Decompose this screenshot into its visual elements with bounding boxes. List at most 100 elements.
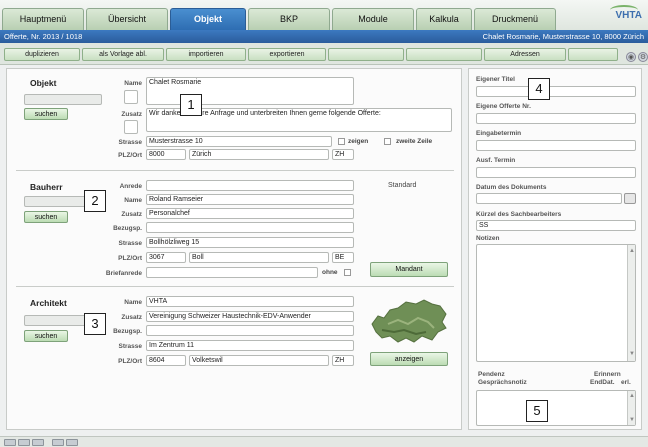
bauherr-name-label: Name	[124, 197, 142, 204]
tab-objekt[interactable]: Objekt	[170, 8, 246, 30]
kuerzel-field[interactable]: SS	[476, 220, 636, 231]
zeigen-checkbox[interactable]	[338, 138, 345, 145]
switzerland-map-image	[371, 299, 447, 343]
architekt-kanton-field[interactable]: ZH	[332, 355, 354, 366]
layout-alt-icon[interactable]	[66, 439, 78, 446]
architekt-strasse-field[interactable]: Im Zentrum 11	[146, 340, 354, 351]
adressen-button[interactable]: Adressen	[484, 48, 566, 61]
architekt-title: Architekt	[30, 298, 67, 308]
bauherr-strasse-field[interactable]: Bollhölzliweg 15	[146, 237, 354, 248]
objekt-title: Objekt	[30, 78, 57, 88]
eigener-titel-field[interactable]	[476, 86, 636, 97]
objekt-zusatz-option-box[interactable]	[124, 120, 138, 134]
architekt-zusatz-label: Zusatz	[121, 314, 142, 321]
exportieren-button[interactable]: exportieren	[248, 48, 326, 61]
calendar-icon[interactable]	[624, 193, 636, 204]
ohne-checkbox[interactable]	[344, 269, 351, 276]
record-end-icon[interactable]	[32, 439, 44, 446]
divider-objekt	[16, 170, 454, 171]
tab-hauptmenue[interactable]: Hauptmenü	[2, 8, 84, 30]
objekt-ort-field[interactable]: Zürich	[189, 149, 329, 160]
bauherr-kanton-field[interactable]: BE	[332, 252, 354, 263]
importieren-button[interactable]: importieren	[166, 48, 246, 61]
record-back-icon[interactable]	[4, 439, 16, 446]
standard-label: Standard	[388, 182, 417, 189]
bauherr-briefanrede-field[interactable]	[146, 267, 318, 278]
architekt-name-field[interactable]: VHTA	[146, 296, 354, 307]
record-forward-icon[interactable]	[18, 439, 30, 446]
datum-dokument-field[interactable]	[476, 193, 622, 204]
eigene-offerte-nr-field[interactable]	[476, 113, 636, 124]
duplizieren-button[interactable]: duplizieren	[4, 48, 80, 61]
als-vorlage-button[interactable]: als Vorlage abl.	[82, 48, 164, 61]
tab-kalkula[interactable]: Kalkula	[416, 8, 472, 30]
pendenz-scroll-up-icon[interactable]: ▲	[628, 392, 636, 400]
tab-module[interactable]: Module	[332, 8, 414, 30]
objekt-zusatz-label: Zusatz	[121, 111, 142, 118]
bauherr-name-field[interactable]: Roland Ramseier	[146, 194, 354, 205]
enddat-label: EndDat.	[590, 379, 615, 386]
zweite-zeile-label: zweite Zeile	[396, 138, 433, 145]
empty-action-button-3[interactable]	[568, 48, 618, 61]
notizen-textarea[interactable]	[476, 244, 636, 362]
action-bar: duplizieren als Vorlage abl. importieren…	[0, 43, 648, 65]
kuerzel-label: Kürzel des Sachbearbeiters	[476, 211, 562, 218]
bauherr-bezugsp-label: Bezugsp.	[113, 225, 142, 232]
architekt-bezugsp-field[interactable]	[146, 325, 354, 336]
objekt-name-label: Name	[124, 80, 142, 87]
pendenz-scrollbar[interactable]: ▲ ▼	[627, 391, 635, 425]
ausf-termin-field[interactable]	[476, 167, 636, 178]
bauherr-anrede-field[interactable]	[146, 180, 354, 191]
mandant-button[interactable]: Mandant	[370, 262, 448, 277]
tab-druckmenue[interactable]: Druckmenü	[474, 8, 556, 30]
bauherr-strasse-label: Strasse	[118, 240, 143, 247]
datum-dokument-label: Datum des Dokuments	[476, 184, 547, 191]
ohne-label: ohne	[322, 269, 338, 276]
eingabetermin-field[interactable]	[476, 140, 636, 151]
tab-uebersicht[interactable]: Übersicht	[86, 8, 168, 30]
notizen-scrollbar[interactable]: ▲ ▼	[627, 245, 635, 361]
settings-icon[interactable]: ⚙	[638, 52, 648, 62]
bauherr-briefanrede-label: Briefanrede	[105, 270, 142, 277]
callout-1: 1	[180, 94, 202, 116]
layout-icon[interactable]	[52, 439, 64, 446]
main-tab-bar: Hauptmenü Übersicht Objekt BKP Module Ka…	[0, 0, 648, 30]
pendenz-list[interactable]	[476, 390, 636, 426]
objekt-plz-field[interactable]: 8000	[146, 149, 186, 160]
tab-bkp[interactable]: BKP	[248, 8, 330, 30]
bauherr-bezugsp-field[interactable]	[146, 222, 354, 233]
erinnern-label: Erinnern	[594, 371, 621, 378]
architekt-suchen-button[interactable]: suchen	[24, 330, 68, 342]
architekt-zusatz-field[interactable]: Vereinigung Schweizer Haustechnik-EDV-An…	[146, 311, 354, 322]
scroll-up-icon[interactable]: ▲	[628, 247, 636, 255]
document-number: Offerte, Nr. 2013 / 1018	[4, 32, 83, 41]
notizen-label: Notizen	[476, 235, 500, 242]
objekt-strasse-field[interactable]: Musterstrasse 10	[146, 136, 332, 147]
zweite-zeile-checkbox[interactable]	[384, 138, 391, 145]
objekt-name-field[interactable]: Chalet Rosmarie	[146, 77, 354, 105]
callout-2: 2	[84, 190, 106, 212]
objekt-search-field[interactable]	[24, 94, 102, 105]
eigene-offerte-nr-label: Eigene Offerte Nr.	[476, 103, 531, 110]
architekt-plz-field[interactable]: 8604	[146, 355, 186, 366]
vhta-logo: VHTA	[615, 10, 642, 21]
bauherr-suchen-button[interactable]: suchen	[24, 211, 68, 223]
empty-action-button-2[interactable]	[406, 48, 482, 61]
status-bar	[0, 436, 648, 447]
objekt-kanton-field[interactable]: ZH	[332, 149, 354, 160]
bauherr-ort-field[interactable]: Boll	[189, 252, 329, 263]
bauherr-zusatz-field[interactable]: Personalchef	[146, 208, 354, 219]
anzeigen-button[interactable]: anzeigen	[370, 352, 448, 366]
objekt-suchen-button[interactable]: suchen	[24, 108, 68, 120]
document-address: Chalet Rosmarie, Musterstrasse 10, 8000 …	[482, 32, 644, 41]
bauherr-plz-field[interactable]: 3067	[146, 252, 186, 263]
zeigen-label: zeigen	[348, 138, 369, 145]
gespraechsnotiz-label: Gesprächsnotiz	[478, 379, 527, 386]
view-icon[interactable]: ◉	[626, 52, 636, 62]
pendenz-scroll-down-icon[interactable]: ▼	[628, 416, 636, 424]
empty-action-button-1[interactable]	[328, 48, 404, 61]
callout-3: 3	[84, 313, 106, 335]
scroll-down-icon[interactable]: ▼	[628, 350, 636, 358]
architekt-ort-field[interactable]: Volketswil	[189, 355, 329, 366]
objekt-name-option-box[interactable]	[124, 90, 138, 104]
